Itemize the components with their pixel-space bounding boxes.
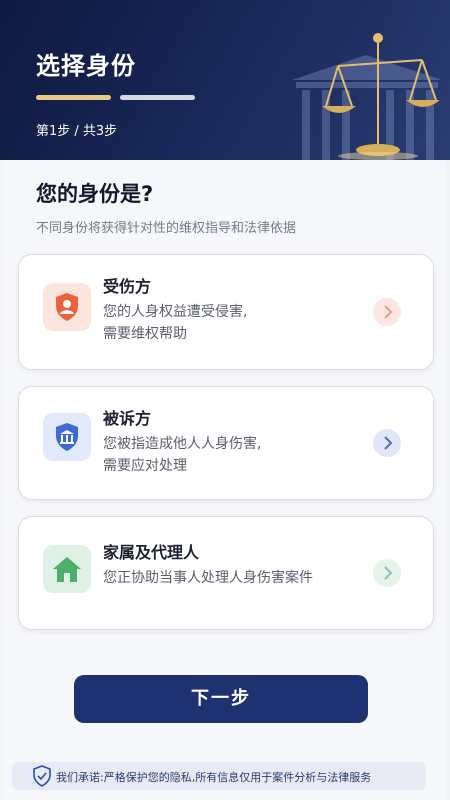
question-subtitle: 不同身份将获得针对性的维权指导和法律依据 bbox=[36, 221, 297, 236]
user-shield-icon bbox=[43, 283, 91, 331]
courthouse-shield-icon bbox=[43, 413, 91, 461]
progress-segment-inactive bbox=[120, 95, 195, 100]
chevron-right-icon bbox=[373, 429, 401, 457]
chevron-right-icon bbox=[373, 298, 401, 326]
card-description: 您被指造成他人人身伤害, 需要应对处理 bbox=[103, 436, 262, 474]
house-icon bbox=[43, 545, 91, 593]
card-title: 家属及代理人 bbox=[103, 543, 200, 562]
progress-segment-active bbox=[36, 95, 111, 100]
card-description: 您正协助当事人处理人身伤害案件 bbox=[103, 570, 313, 586]
identity-card-defendant[interactable]: 被诉方 您被指造成他人人身伤害, 需要应对处理 bbox=[18, 386, 434, 500]
chevron-right-icon bbox=[373, 559, 401, 587]
next-step-button[interactable]: 下一步 bbox=[74, 675, 368, 723]
scales-of-justice-icon bbox=[292, 33, 442, 160]
question-title: 您的身份是? bbox=[36, 182, 154, 206]
identity-card-family-agent[interactable]: 家属及代理人 您正协助当事人处理人身伤害案件 bbox=[18, 516, 434, 630]
shield-check-icon bbox=[33, 765, 51, 787]
header-banner: 选择身份 第1步 / 共3步 bbox=[0, 0, 450, 160]
privacy-note: 我们承诺:严格保护您的隐私,所有信息仅用于案件分析与法律服务 bbox=[56, 771, 372, 784]
card-title: 被诉方 bbox=[103, 409, 152, 428]
privacy-banner: 我们承诺:严格保护您的隐私,所有信息仅用于案件分析与法律服务 bbox=[12, 762, 426, 790]
step-indicator: 第1步 / 共3步 bbox=[36, 124, 118, 139]
card-description: 您的人身权益遭受侵害, 需要维权帮助 bbox=[103, 304, 248, 342]
card-title: 受伤方 bbox=[103, 277, 152, 296]
identity-card-injured[interactable]: 受伤方 您的人身权益遭受侵害, 需要维权帮助 bbox=[18, 254, 434, 370]
page-title: 选择身份 bbox=[36, 52, 136, 80]
